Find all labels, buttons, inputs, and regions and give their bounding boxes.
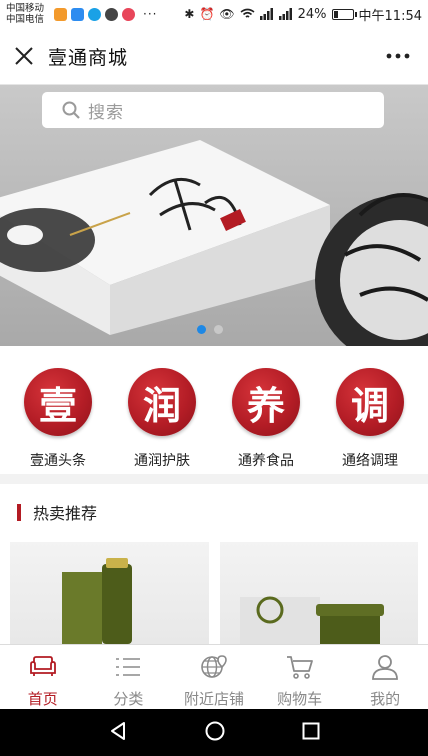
- product-card[interactable]: [219, 542, 418, 644]
- battery-icon: [331, 8, 357, 20]
- product-bottle: [102, 564, 132, 644]
- tab-item[interactable]: 购物车: [257, 645, 343, 709]
- eye-icon: 👁: [219, 7, 235, 21]
- tab-label: 购物车: [277, 690, 323, 708]
- product-box: [62, 572, 102, 644]
- banner-carousel[interactable]: 搜索: [0, 85, 428, 346]
- title-bar: 壹通商城: [0, 28, 428, 85]
- more-dots-icon: [386, 53, 410, 59]
- jar-lid: [315, 604, 384, 616]
- section-marker: [17, 503, 21, 521]
- bluetooth-icon: ✱: [184, 7, 195, 21]
- category-grid: 壹壹通头条润通润护肤养通养食品调通络调理: [0, 346, 428, 474]
- tab-item[interactable]: 首页: [0, 645, 86, 709]
- carriers: 中国移动 中国电信: [6, 3, 52, 25]
- product-card[interactable]: [10, 542, 209, 644]
- tab-item[interactable]: 我的: [342, 645, 428, 709]
- user-icon: [370, 654, 400, 684]
- category-label: 通养食品: [238, 453, 294, 469]
- product-list: [10, 542, 418, 644]
- plane-icon: [71, 7, 84, 21]
- category-badge: 养: [232, 368, 300, 436]
- category-item[interactable]: 润通润护肤: [117, 346, 207, 474]
- wifi-icon: [240, 8, 255, 18]
- tab-label: 首页: [27, 690, 58, 708]
- recents-button[interactable]: [301, 721, 321, 745]
- close-icon: [15, 47, 33, 65]
- category-char: 调: [350, 382, 389, 428]
- camera-icon: [105, 7, 118, 21]
- category-badge: 壹: [24, 368, 92, 436]
- tab-item[interactable]: 附近店铺: [171, 645, 257, 709]
- hot-title: 热卖推荐: [33, 504, 98, 523]
- weibo-icon: [122, 7, 135, 21]
- battery-percent: 24%: [297, 6, 327, 22]
- system-nav-bar: [0, 709, 428, 756]
- hot-section: 热卖推荐: [0, 484, 428, 644]
- signal-icon-2: [278, 8, 292, 20]
- home-icon: [205, 721, 225, 740]
- page: 中国移动 中国电信 ··· ✱ ⏰ 👁 24% 中午11:54 壹通商城 搜索 …: [0, 0, 428, 756]
- bottom-tab-bar: 首页 分类 附近店铺 购物车 我的: [0, 644, 428, 709]
- more-notifications: ···: [143, 7, 158, 21]
- search-bar[interactable]: 搜索: [42, 92, 384, 128]
- globe-pin-icon: [199, 654, 229, 684]
- category-label: 通络调理: [342, 453, 398, 469]
- sofa-icon: [28, 654, 58, 684]
- search-icon: [62, 101, 80, 119]
- tab-item[interactable]: 分类: [86, 645, 172, 709]
- status-bar: 中国移动 中国电信 ··· ✱ ⏰ 👁 24% 中午11:54: [0, 0, 428, 28]
- notification-icons: ···: [54, 7, 157, 21]
- tab-label: 分类: [113, 690, 144, 708]
- category-label: 通润护肤: [134, 453, 190, 469]
- product-jar: [319, 612, 380, 644]
- hot-header: 热卖推荐: [0, 484, 428, 540]
- more-button[interactable]: [368, 34, 428, 78]
- carrier-1: 中国移动: [6, 3, 45, 14]
- ink-highlight: [7, 225, 43, 245]
- category-char: 养: [246, 382, 285, 428]
- carousel-dot[interactable]: [197, 325, 206, 334]
- clock: 中午11:54: [358, 8, 422, 24]
- alarm-icon: ⏰: [199, 7, 215, 21]
- carrier-2: 中国电信: [6, 14, 45, 25]
- search-placeholder: 搜索: [88, 102, 124, 123]
- tab-label: 我的: [370, 690, 401, 708]
- back-icon: [111, 721, 126, 740]
- category-badge: 润: [128, 368, 196, 436]
- category-char: 润: [142, 382, 181, 428]
- product-image: [62, 558, 132, 644]
- list-icon: [113, 654, 143, 684]
- category-item[interactable]: 壹壹通头条: [13, 346, 103, 474]
- carousel-indicators: [197, 325, 223, 334]
- tab-label: 附近店铺: [183, 690, 244, 708]
- bottle-cap: [106, 558, 128, 568]
- taobao-icon: [54, 7, 67, 21]
- close-button[interactable]: [2, 34, 46, 78]
- recents-icon: [302, 722, 320, 739]
- signal-icon-1: [259, 8, 273, 20]
- battery-level: [333, 10, 338, 18]
- category-item[interactable]: 养通养食品: [221, 346, 311, 474]
- product-image: [239, 596, 384, 644]
- app-icon: [88, 7, 101, 21]
- category-char: 壹: [38, 382, 77, 428]
- category-label: 壹通头条: [30, 453, 86, 469]
- carousel-dot[interactable]: [214, 325, 223, 334]
- category-badge: 调: [336, 368, 404, 436]
- status-right: ✱ ⏰ 👁 24% 中午11:54: [184, 5, 422, 24]
- home-button[interactable]: [204, 720, 226, 746]
- page-title: 壹通商城: [48, 46, 129, 69]
- cart-icon: [285, 654, 315, 684]
- back-button[interactable]: [107, 720, 129, 746]
- category-item[interactable]: 调通络调理: [325, 346, 415, 474]
